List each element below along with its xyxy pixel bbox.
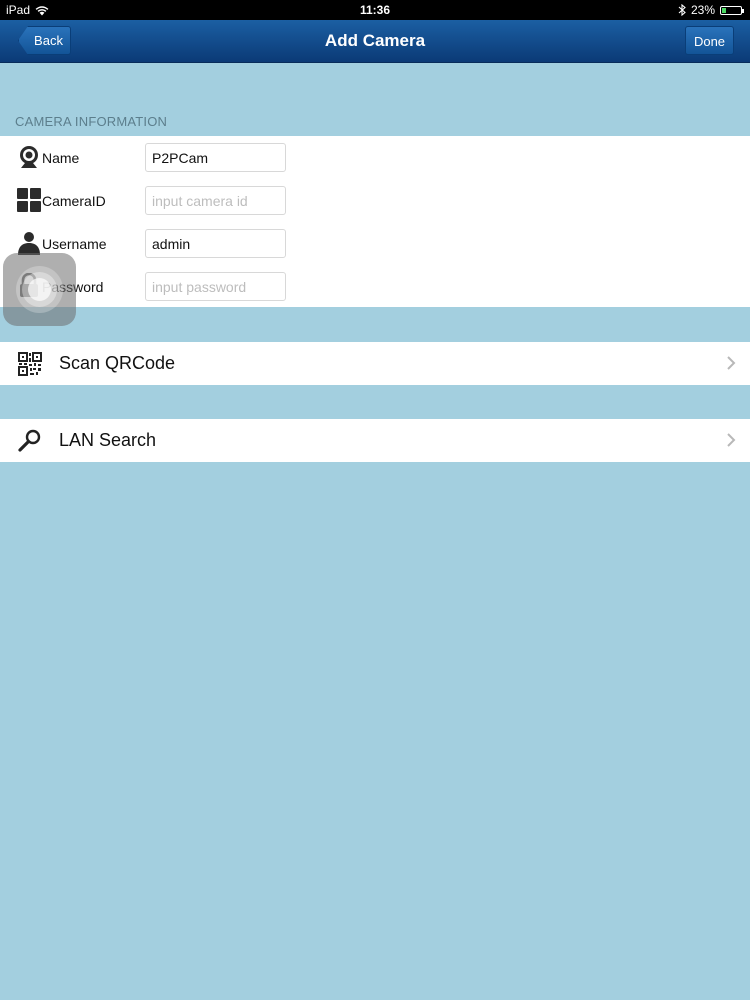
assistive-touch-center: [28, 278, 51, 301]
magnifier-icon: [18, 429, 41, 452]
page-title: Add Camera: [324, 31, 426, 50]
username-input[interactable]: [145, 229, 286, 258]
camera-info-form: Name CameraID Username Password: [0, 136, 750, 307]
camera-id-label: CameraID: [42, 193, 106, 209]
username-row: Username: [0, 222, 750, 265]
scan-qrcode-row[interactable]: Scan QRCode: [0, 342, 750, 385]
camera-id-row: CameraID: [0, 179, 750, 222]
assistive-touch-button[interactable]: [3, 253, 76, 326]
password-row: Password: [0, 265, 750, 308]
battery-fill: [722, 7, 726, 13]
lan-search-row[interactable]: LAN Search: [0, 419, 750, 462]
camera-id-input[interactable]: [145, 186, 286, 215]
name-input[interactable]: [145, 143, 286, 172]
grid-icon: [17, 188, 41, 212]
bluetooth-icon: [678, 4, 686, 16]
user-icon: [18, 232, 40, 255]
done-button[interactable]: Done: [685, 26, 734, 55]
webcam-icon: [20, 146, 38, 168]
qr-code-icon: [18, 352, 42, 376]
name-label: Name: [42, 150, 80, 166]
password-input[interactable]: [145, 272, 286, 301]
status-bar: iPad 11:36 23%: [0, 0, 750, 20]
battery-icon: [720, 5, 744, 15]
name-row: Name: [0, 136, 750, 179]
section-header: CAMERA INFORMATION: [15, 114, 168, 129]
username-label: Username: [42, 236, 107, 252]
nav-bar: Back Add Camera Done: [0, 20, 750, 63]
battery-percent: 23%: [690, 3, 715, 17]
chevron-right-icon: [727, 356, 736, 370]
status-right: 23%: [678, 3, 744, 17]
clock: 11:36: [359, 3, 391, 17]
lan-search-label: LAN Search: [59, 430, 157, 450]
chevron-right-icon: [727, 433, 736, 447]
scan-qrcode-label: Scan QRCode: [59, 353, 176, 373]
